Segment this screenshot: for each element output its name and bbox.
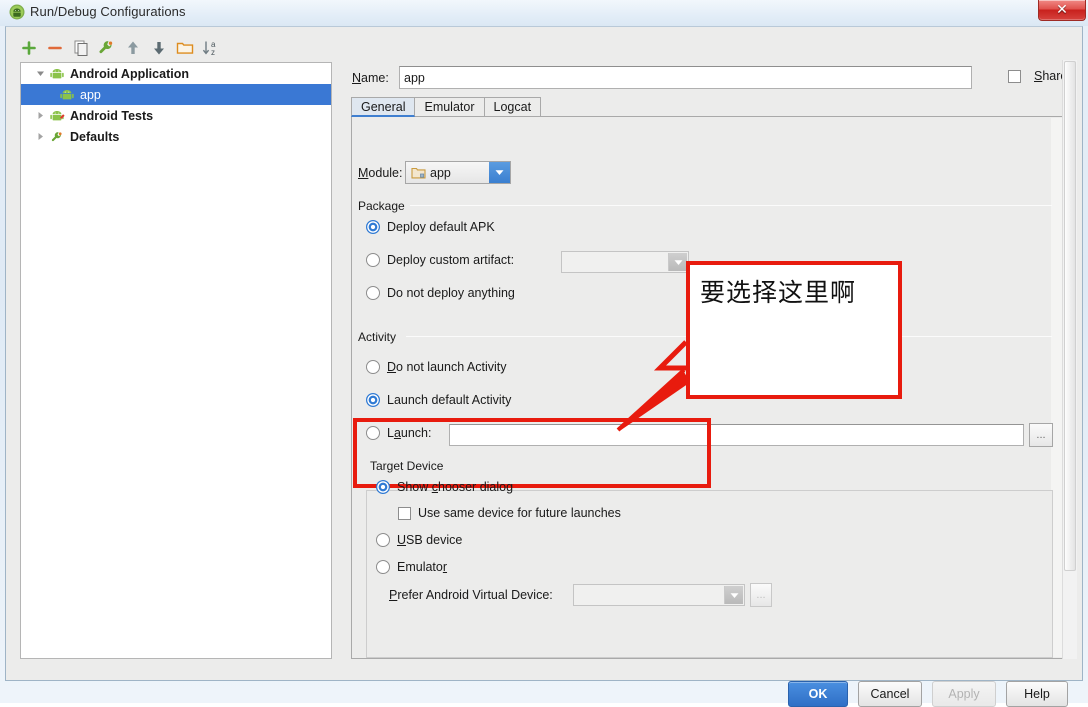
radio-launch-default-activity[interactable]: Launch default Activity (366, 393, 511, 407)
option-label: Launch default Activity (387, 393, 512, 407)
package-group-divider (410, 205, 1052, 206)
radio-deploy-custom-artifact[interactable]: Deploy custom artifact: (366, 253, 514, 267)
checkbox-use-same-device[interactable]: Use same device for future launches (398, 506, 621, 520)
tab-emulator[interactable]: Emulator (414, 97, 485, 117)
help-button[interactable]: Help (1006, 681, 1068, 707)
chevron-down-icon[interactable] (489, 162, 510, 183)
module-value: app (430, 165, 451, 180)
option-label: Do not deploy anything (387, 286, 515, 300)
chevron-right-icon[interactable] (31, 105, 49, 126)
tree-item-label: Defaults (70, 129, 120, 144)
apply-button: Apply (932, 681, 996, 707)
option-label: Do not launch Activity (387, 360, 507, 374)
configurations-tree[interactable]: Android Application app Android Tests De… (20, 62, 332, 659)
checkbox-box (1008, 69, 1021, 83)
tab-bar: General Emulator Logcat (351, 97, 1067, 117)
activity-group-divider (406, 336, 1052, 337)
option-label: Deploy custom artifact: (387, 253, 515, 267)
option-label: Deploy default APK (387, 220, 495, 234)
chevron-down-icon[interactable] (724, 586, 743, 604)
svg-text:z: z (211, 48, 215, 57)
radio-indicator (366, 253, 380, 267)
avd-label: Prefer Android Virtual Device: (389, 588, 553, 602)
chevron-down-icon[interactable] (668, 253, 687, 271)
radio-deploy-default-apk[interactable]: Deploy default APK (366, 220, 495, 234)
radio-indicator (366, 426, 380, 440)
chevron-down-icon[interactable] (31, 63, 49, 84)
create-folder-button[interactable] (174, 37, 196, 59)
avd-browse-button[interactable]: ... (750, 583, 772, 607)
radio-do-not-launch-activity[interactable]: Do not launch Activity (366, 360, 507, 374)
launch-browse-button[interactable]: ... (1029, 423, 1053, 447)
launch-activity-input[interactable] (449, 424, 1024, 446)
radio-indicator (376, 533, 390, 547)
tree-item-label: Android Application (70, 66, 189, 81)
tree-item-android-tests[interactable]: Android Tests (21, 105, 331, 126)
android-icon (9, 4, 25, 20)
target-device-group-label: Target Device (370, 459, 448, 473)
module-label: Module: (358, 166, 403, 180)
wrench-icon (49, 129, 65, 145)
package-group-label: Package (358, 199, 405, 213)
option-label: Use same device for future launches (418, 506, 621, 520)
android-test-icon (49, 108, 65, 124)
chevron-right-icon[interactable] (31, 126, 49, 147)
copy-button[interactable] (70, 37, 92, 59)
radio-indicator (366, 360, 380, 374)
radio-do-not-deploy[interactable]: Do not deploy anything (366, 286, 515, 300)
activity-group-label: Activity (358, 330, 397, 344)
sort-button[interactable]: a z (200, 37, 222, 59)
option-label: Show chooser dialog (397, 480, 514, 494)
avd-combo[interactable] (573, 584, 745, 606)
scrollbar-thumb[interactable] (1064, 61, 1076, 571)
module-dropdown[interactable]: app (405, 161, 511, 184)
move-down-button[interactable] (148, 37, 170, 59)
tree-item-android-application[interactable]: Android Application (21, 63, 331, 84)
close-window-button[interactable]: ✕ (1038, 0, 1086, 21)
option-label: Launch: (387, 426, 432, 440)
option-label: USB device (397, 533, 463, 547)
dialog-body: a z Android Application app Android Test… (5, 26, 1083, 707)
radio-indicator (376, 560, 390, 574)
tab-logcat[interactable]: Logcat (483, 97, 542, 117)
radio-indicator (376, 480, 390, 494)
android-icon (49, 66, 65, 82)
radio-indicator (366, 393, 380, 407)
radio-show-chooser-dialog[interactable]: Show chooser dialog (376, 480, 513, 494)
radio-indicator (366, 220, 380, 234)
tab-general[interactable]: General (351, 97, 416, 117)
radio-launch-specific-activity[interactable]: Launch: (366, 426, 432, 440)
configurations-toolbar: a z (18, 37, 338, 63)
checkbox-box (398, 506, 411, 520)
close-icon: ✕ (1056, 1, 1068, 17)
tree-item-label: Android Tests (70, 108, 154, 123)
tree-item-label: app (80, 87, 101, 102)
option-label: Emulator (397, 560, 448, 574)
custom-artifact-combo[interactable] (561, 251, 689, 273)
edit-defaults-button[interactable] (96, 37, 118, 59)
android-icon (59, 87, 75, 103)
tree-item-defaults[interactable]: Defaults (21, 126, 331, 147)
remove-button[interactable] (44, 37, 66, 59)
name-label: Name: (352, 71, 389, 85)
window-title: Run/Debug Configurations (30, 4, 186, 19)
general-tab-pane: Module: app Package Deploy default APK D… (351, 116, 1067, 659)
dialog-scrollbar[interactable] (1062, 60, 1077, 659)
cancel-button[interactable]: Cancel (858, 681, 922, 707)
ok-button[interactable]: OK (788, 681, 848, 707)
name-input[interactable] (399, 66, 972, 89)
module-folder-icon (411, 166, 426, 180)
window-title-bar: Run/Debug Configurations ✕ (0, 0, 1088, 26)
radio-usb-device[interactable]: USB device (376, 533, 462, 547)
configuration-editor-panel: Name: Share General Emulator Logcat Modu… (347, 60, 1071, 659)
move-up-button[interactable] (122, 37, 144, 59)
radio-emulator[interactable]: Emulator (376, 560, 447, 574)
run-debug-configurations-window: Run/Debug Configurations ✕ a z Android A… (0, 0, 1088, 707)
add-button[interactable] (18, 37, 40, 59)
radio-indicator (366, 286, 380, 300)
share-checkbox[interactable]: Share (1008, 69, 1067, 83)
tree-item-app[interactable]: app (21, 84, 331, 105)
